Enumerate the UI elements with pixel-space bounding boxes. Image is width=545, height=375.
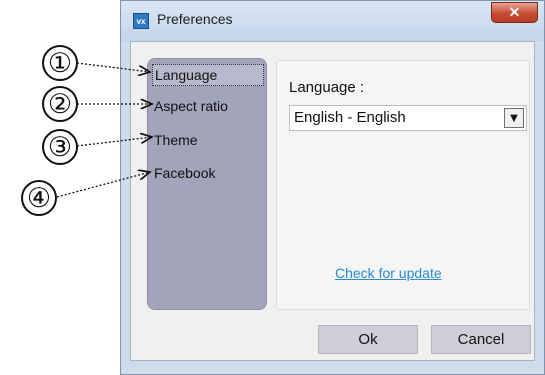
- annotation-marker-1: ①: [42, 45, 78, 81]
- annotation-arrows: [56, 62, 545, 198]
- annotation-layer: ① ② ③ ④: [0, 0, 545, 375]
- annotation-marker-4: ④: [21, 180, 57, 216]
- annotation-arrow-4: [56, 172, 150, 198]
- annotation-marker-2: ②: [42, 86, 78, 122]
- annotation-arrow-1: [76, 62, 150, 72]
- annotation-arrow-3: [76, 137, 152, 147]
- annotation-marker-3: ③: [42, 129, 78, 165]
